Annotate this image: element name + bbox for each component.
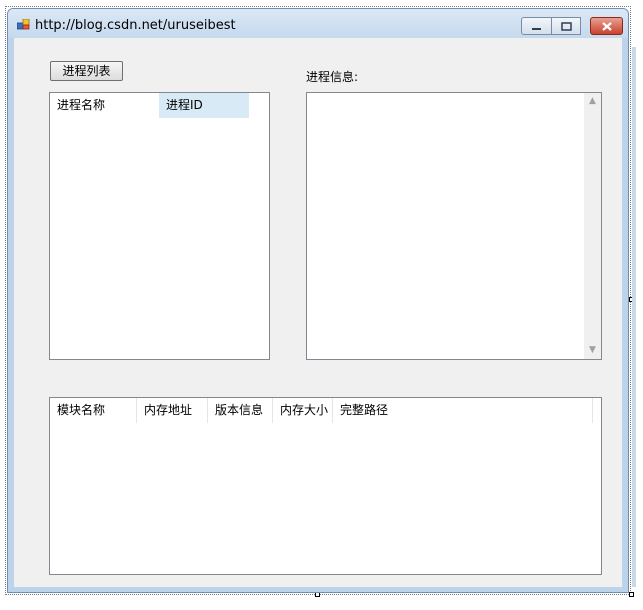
form-client-area: 进程列表 进程信息: 进程名称 进程ID ▲ ▼ 模块名称 内存地址 版本信息 … (14, 38, 622, 587)
column-header-memory-address[interactable]: 内存地址 (137, 398, 208, 423)
resize-handle-corner[interactable] (629, 592, 634, 597)
maximize-icon (561, 22, 572, 31)
column-header-version-info[interactable]: 版本信息 (208, 398, 273, 423)
app-icon (17, 19, 30, 30)
scroll-down-icon[interactable]: ▼ (584, 342, 601, 359)
column-header-memory-size[interactable]: 内存大小 (273, 398, 333, 423)
column-header-full-path[interactable]: 完整路径 (333, 398, 593, 423)
window-title: http://blog.csdn.net/uruseibest (35, 18, 236, 33)
column-header-process-name[interactable]: 进程名称 (50, 93, 159, 118)
process-list-button[interactable]: 进程列表 (50, 61, 123, 81)
column-header-process-id[interactable]: 进程ID (159, 93, 249, 118)
window-edge-strip (632, 47, 636, 587)
scroll-up-icon[interactable]: ▲ (584, 93, 601, 110)
form-window: http://blog.csdn.net/uruseibest 进程列表 进程信… (7, 8, 636, 593)
minimize-button[interactable] (521, 17, 552, 35)
close-icon (602, 22, 612, 31)
maximize-button[interactable] (552, 17, 581, 35)
process-info-textbox[interactable]: ▲ ▼ (306, 92, 602, 360)
module-listview[interactable]: 模块名称 内存地址 版本信息 内存大小 完整路径 (49, 397, 602, 575)
close-button[interactable] (590, 17, 623, 35)
process-listview[interactable]: 进程名称 进程ID (49, 92, 270, 360)
title-bar[interactable]: http://blog.csdn.net/uruseibest (8, 9, 628, 38)
minimize-icon (532, 28, 541, 30)
process-info-label: 进程信息: (306, 70, 359, 84)
vertical-scrollbar[interactable]: ▲ ▼ (584, 93, 601, 359)
column-header-module-name[interactable]: 模块名称 (50, 398, 137, 423)
